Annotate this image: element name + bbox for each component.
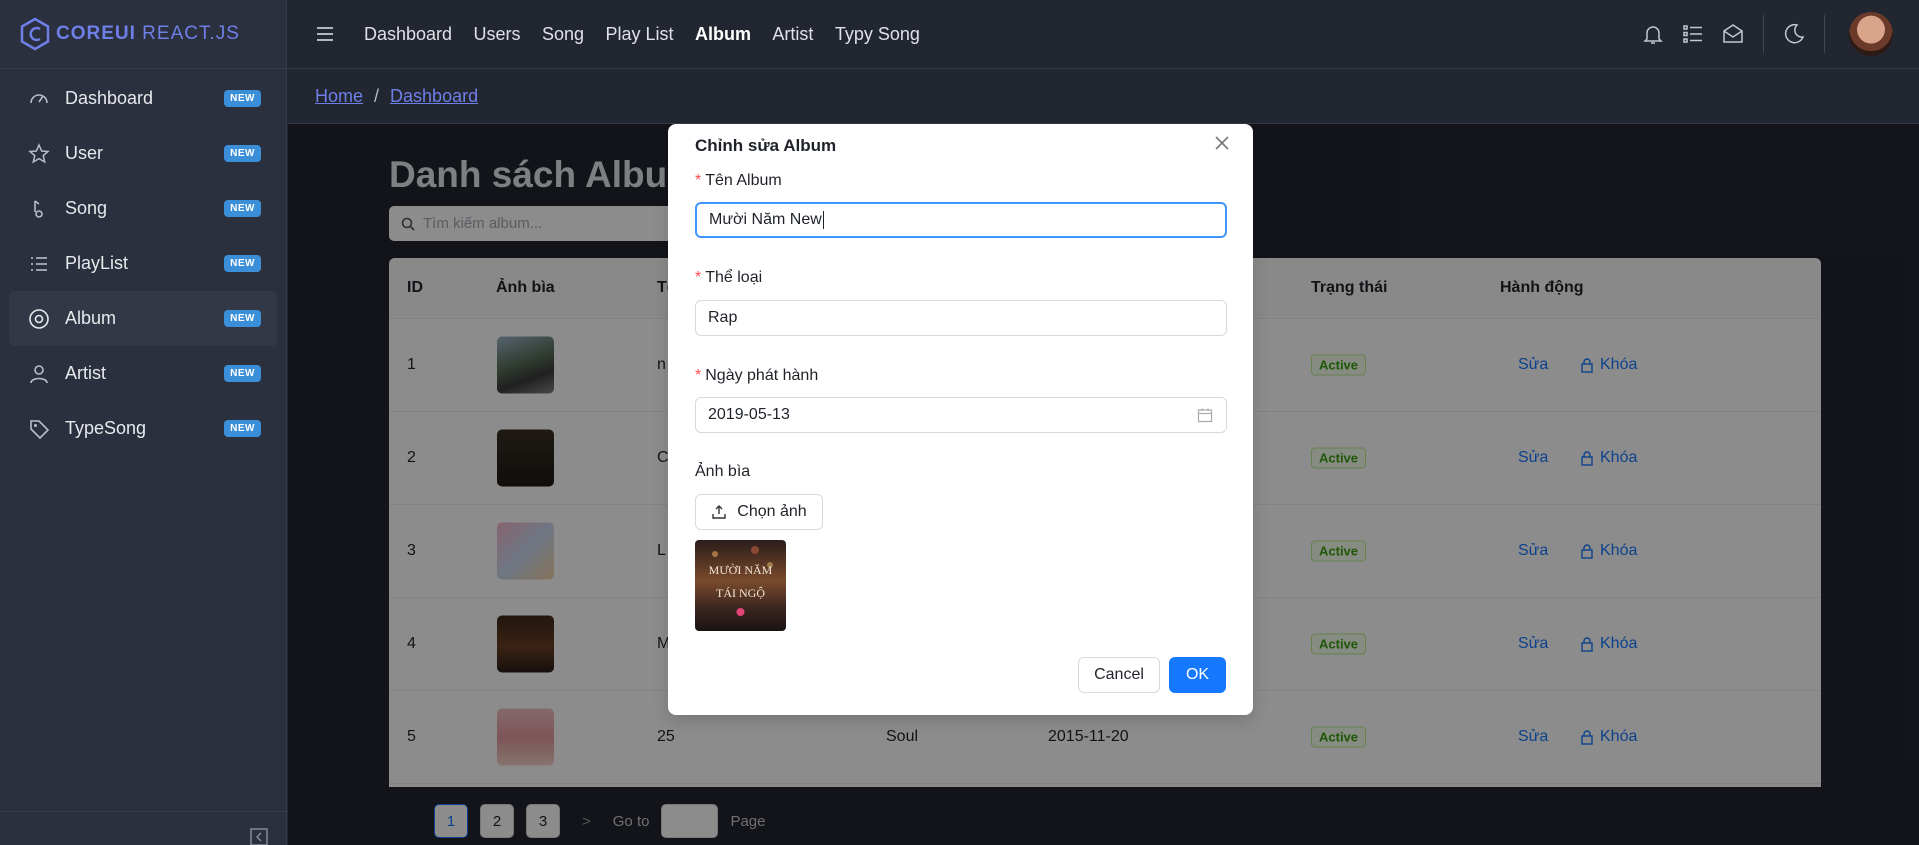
header-divider [1763, 15, 1764, 53]
topnav-album[interactable]: Album [695, 24, 751, 44]
speedometer-icon [28, 88, 50, 110]
new-badge: NEW [224, 310, 261, 327]
sidebar-item-label: Artist [65, 363, 107, 383]
hamburger-menu-icon[interactable] [314, 23, 336, 45]
list-icon [28, 253, 50, 275]
top-nav: Dashboard Users Song Play List Album Art… [364, 24, 937, 45]
cover-label: Ảnh bìa [695, 463, 751, 480]
edit-album-modal: Chỉnh sửa Album * Tên Album Mười Năm New … [668, 124, 1253, 715]
topnav-users[interactable]: Users [474, 24, 521, 44]
text-cursor [822, 211, 824, 229]
required-mark: * [695, 269, 702, 286]
sidebar-item-artist[interactable]: Artist NEW [9, 346, 277, 401]
topnav-typysong[interactable]: Typy Song [835, 24, 920, 44]
new-badge: NEW [224, 255, 261, 272]
album-name-label: * Tên Album [695, 172, 782, 190]
sidebar-nav: Dashboard NEW User NEW Song NEW PlayList… [0, 69, 286, 456]
sidebar-item-label: User [65, 143, 104, 163]
music-note-icon [28, 198, 50, 220]
avatar[interactable] [1849, 12, 1893, 56]
coreui-logo-icon [20, 17, 50, 51]
tag-icon [28, 418, 50, 440]
star-icon [28, 142, 50, 165]
sidebar-item-user[interactable]: User NEW [9, 126, 277, 181]
brand-name: COREUI REACT.JS [56, 23, 240, 44]
sidebar-item-song[interactable]: Song NEW [9, 181, 277, 236]
label-text: Tên Album [705, 172, 782, 189]
sidebar-item-label: Song [65, 198, 108, 218]
topnav-dashboard[interactable]: Dashboard [364, 24, 452, 44]
brand-logo[interactable]: COREUI REACT.JS [0, 0, 286, 69]
moon-icon[interactable] [1782, 22, 1806, 46]
user-icon [28, 363, 50, 385]
sidebar-item-dashboard[interactable]: Dashboard NEW [9, 71, 277, 126]
required-mark: * [695, 367, 702, 384]
genre-label: * Thể loại [695, 269, 762, 287]
required-mark: * [695, 172, 702, 189]
task-list-icon[interactable] [1681, 22, 1705, 46]
genre-input[interactable]: Rap [695, 300, 1227, 336]
envelope-icon[interactable] [1721, 22, 1745, 46]
sidebar-footer [0, 811, 286, 845]
new-badge: NEW [224, 145, 261, 162]
new-badge: NEW [224, 200, 261, 217]
sidebar-item-label: Album [65, 308, 117, 328]
new-badge: NEW [224, 420, 261, 437]
ok-button[interactable]: OK [1169, 657, 1226, 693]
label-text: Ngày phát hành [705, 367, 819, 384]
breadcrumb-separator: / [374, 86, 380, 106]
sidebar-item-playlist[interactable]: PlayList NEW [9, 236, 277, 291]
header-actions [1625, 12, 1893, 56]
preview-title-line2: TÁI NGỘ [716, 586, 765, 600]
label-text: Thể loại [705, 269, 763, 286]
topnav-artist[interactable]: Artist [772, 24, 813, 44]
breadcrumb-current[interactable]: Dashboard [390, 86, 478, 107]
topnav-playlist[interactable]: Play List [605, 24, 673, 44]
modal-title: Chỉnh sửa Album [695, 136, 837, 155]
close-icon[interactable] [1213, 134, 1231, 152]
calendar-icon[interactable] [1197, 407, 1213, 423]
breadcrumb-home[interactable]: Home [315, 86, 363, 107]
new-badge: NEW [224, 90, 261, 107]
sidebar-item-album[interactable]: Album NEW [9, 291, 277, 346]
upload-image-button[interactable]: Chọn ảnh [695, 494, 823, 530]
disc-icon [28, 308, 50, 330]
header-divider [1824, 15, 1825, 53]
preview-title-line1: MƯỜI NĂM [709, 563, 773, 577]
sidebar-item-typesong[interactable]: TypeSong NEW [9, 401, 277, 456]
bell-icon[interactable] [1641, 22, 1665, 46]
release-date-label: * Ngày phát hành [695, 367, 818, 385]
new-badge: NEW [224, 365, 261, 382]
breadcrumb: Home / Dashboard [288, 70, 1919, 124]
sidebar-item-label: Dashboard [65, 88, 154, 108]
cancel-button[interactable]: Cancel [1078, 657, 1160, 693]
sidebar-collapse-icon[interactable] [250, 828, 268, 845]
sidebar-item-label: PlayList [65, 253, 129, 273]
album-name-input[interactable]: Mười Năm New [695, 202, 1227, 238]
topnav-song[interactable]: Song [542, 24, 584, 44]
upload-label: Chọn ảnh [737, 503, 807, 520]
upload-icon [712, 505, 726, 519]
cover-preview-image: MƯỜI NĂM TÁI NGỘ [695, 540, 786, 631]
release-date-picker[interactable]: 2019-05-13 [695, 397, 1227, 433]
input-value: Rap [708, 309, 738, 326]
input-value: 2019-05-13 [708, 406, 790, 423]
sidebar-item-label: TypeSong [65, 418, 147, 438]
sidebar: COREUI REACT.JS Dashboard NEW User NEW S… [0, 0, 287, 845]
input-value: Mười Năm New [709, 211, 822, 228]
top-header: Dashboard Users Song Play List Album Art… [288, 0, 1919, 69]
